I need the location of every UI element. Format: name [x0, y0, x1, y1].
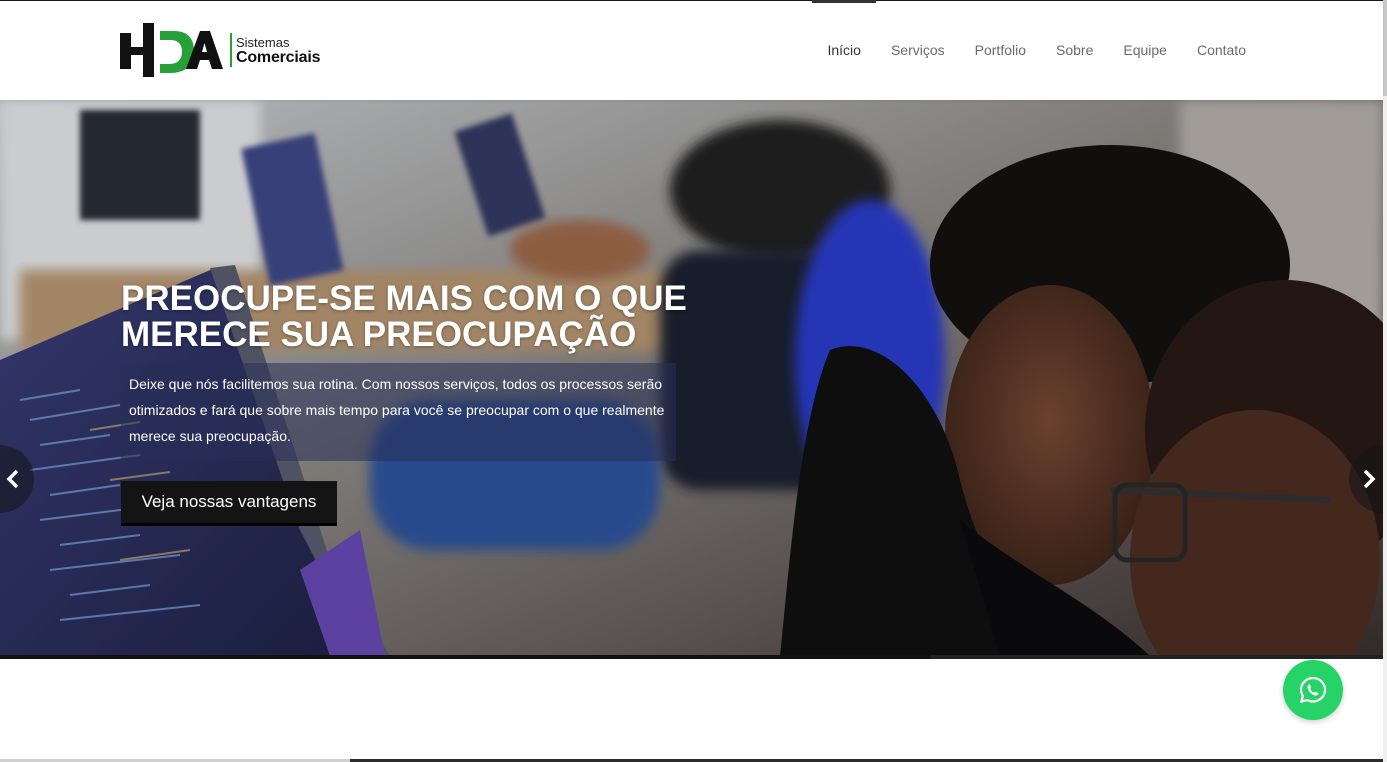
logo-mark — [120, 23, 223, 77]
nav-item-equipe[interactable]: Equipe — [1123, 1, 1167, 100]
main-nav: Início Serviços Portfolio Sobre Equipe C… — [797, 0, 1246, 100]
site-header: Sistemas Comerciais Início Serviços Port… — [0, 0, 1383, 100]
nav-item-servicos[interactable]: Serviços — [891, 1, 945, 100]
hero-title-line2: MERECE SUA PREOCUPAÇÃO — [121, 315, 637, 354]
logo-line1: Sistemas — [236, 35, 290, 50]
hero-description: Deixe que nós facilitemos sua rotina. Co… — [121, 363, 676, 461]
cta-button[interactable]: Veja nossas vantagens — [121, 481, 337, 526]
logo-divider — [230, 33, 232, 67]
slider-progress-bar — [0, 655, 1383, 659]
whatsapp-button[interactable] — [1283, 660, 1343, 720]
hero-title: PREOCUPE-SE MAIS COM O QUE MERECE SUA PR… — [121, 281, 741, 353]
logo-line2: Comerciais — [236, 49, 321, 66]
nav-item-contato[interactable]: Contato — [1197, 1, 1246, 100]
scrollbar-thumb[interactable] — [1383, 0, 1387, 96]
whatsapp-icon — [1299, 676, 1327, 704]
hero-title-line1: PREOCUPE-SE MAIS COM O QUE — [121, 279, 687, 318]
chevron-right-icon — [1363, 469, 1376, 489]
page-scrollbar[interactable] — [1383, 0, 1387, 762]
chevron-left-icon — [6, 469, 19, 489]
slider-progress-fill — [0, 655, 930, 659]
nav-item-portfolio[interactable]: Portfolio — [975, 1, 1026, 100]
logo[interactable]: Sistemas Comerciais — [120, 21, 330, 81]
nav-item-inicio[interactable]: Início — [812, 0, 877, 100]
nav-item-sobre[interactable]: Sobre — [1056, 1, 1093, 100]
